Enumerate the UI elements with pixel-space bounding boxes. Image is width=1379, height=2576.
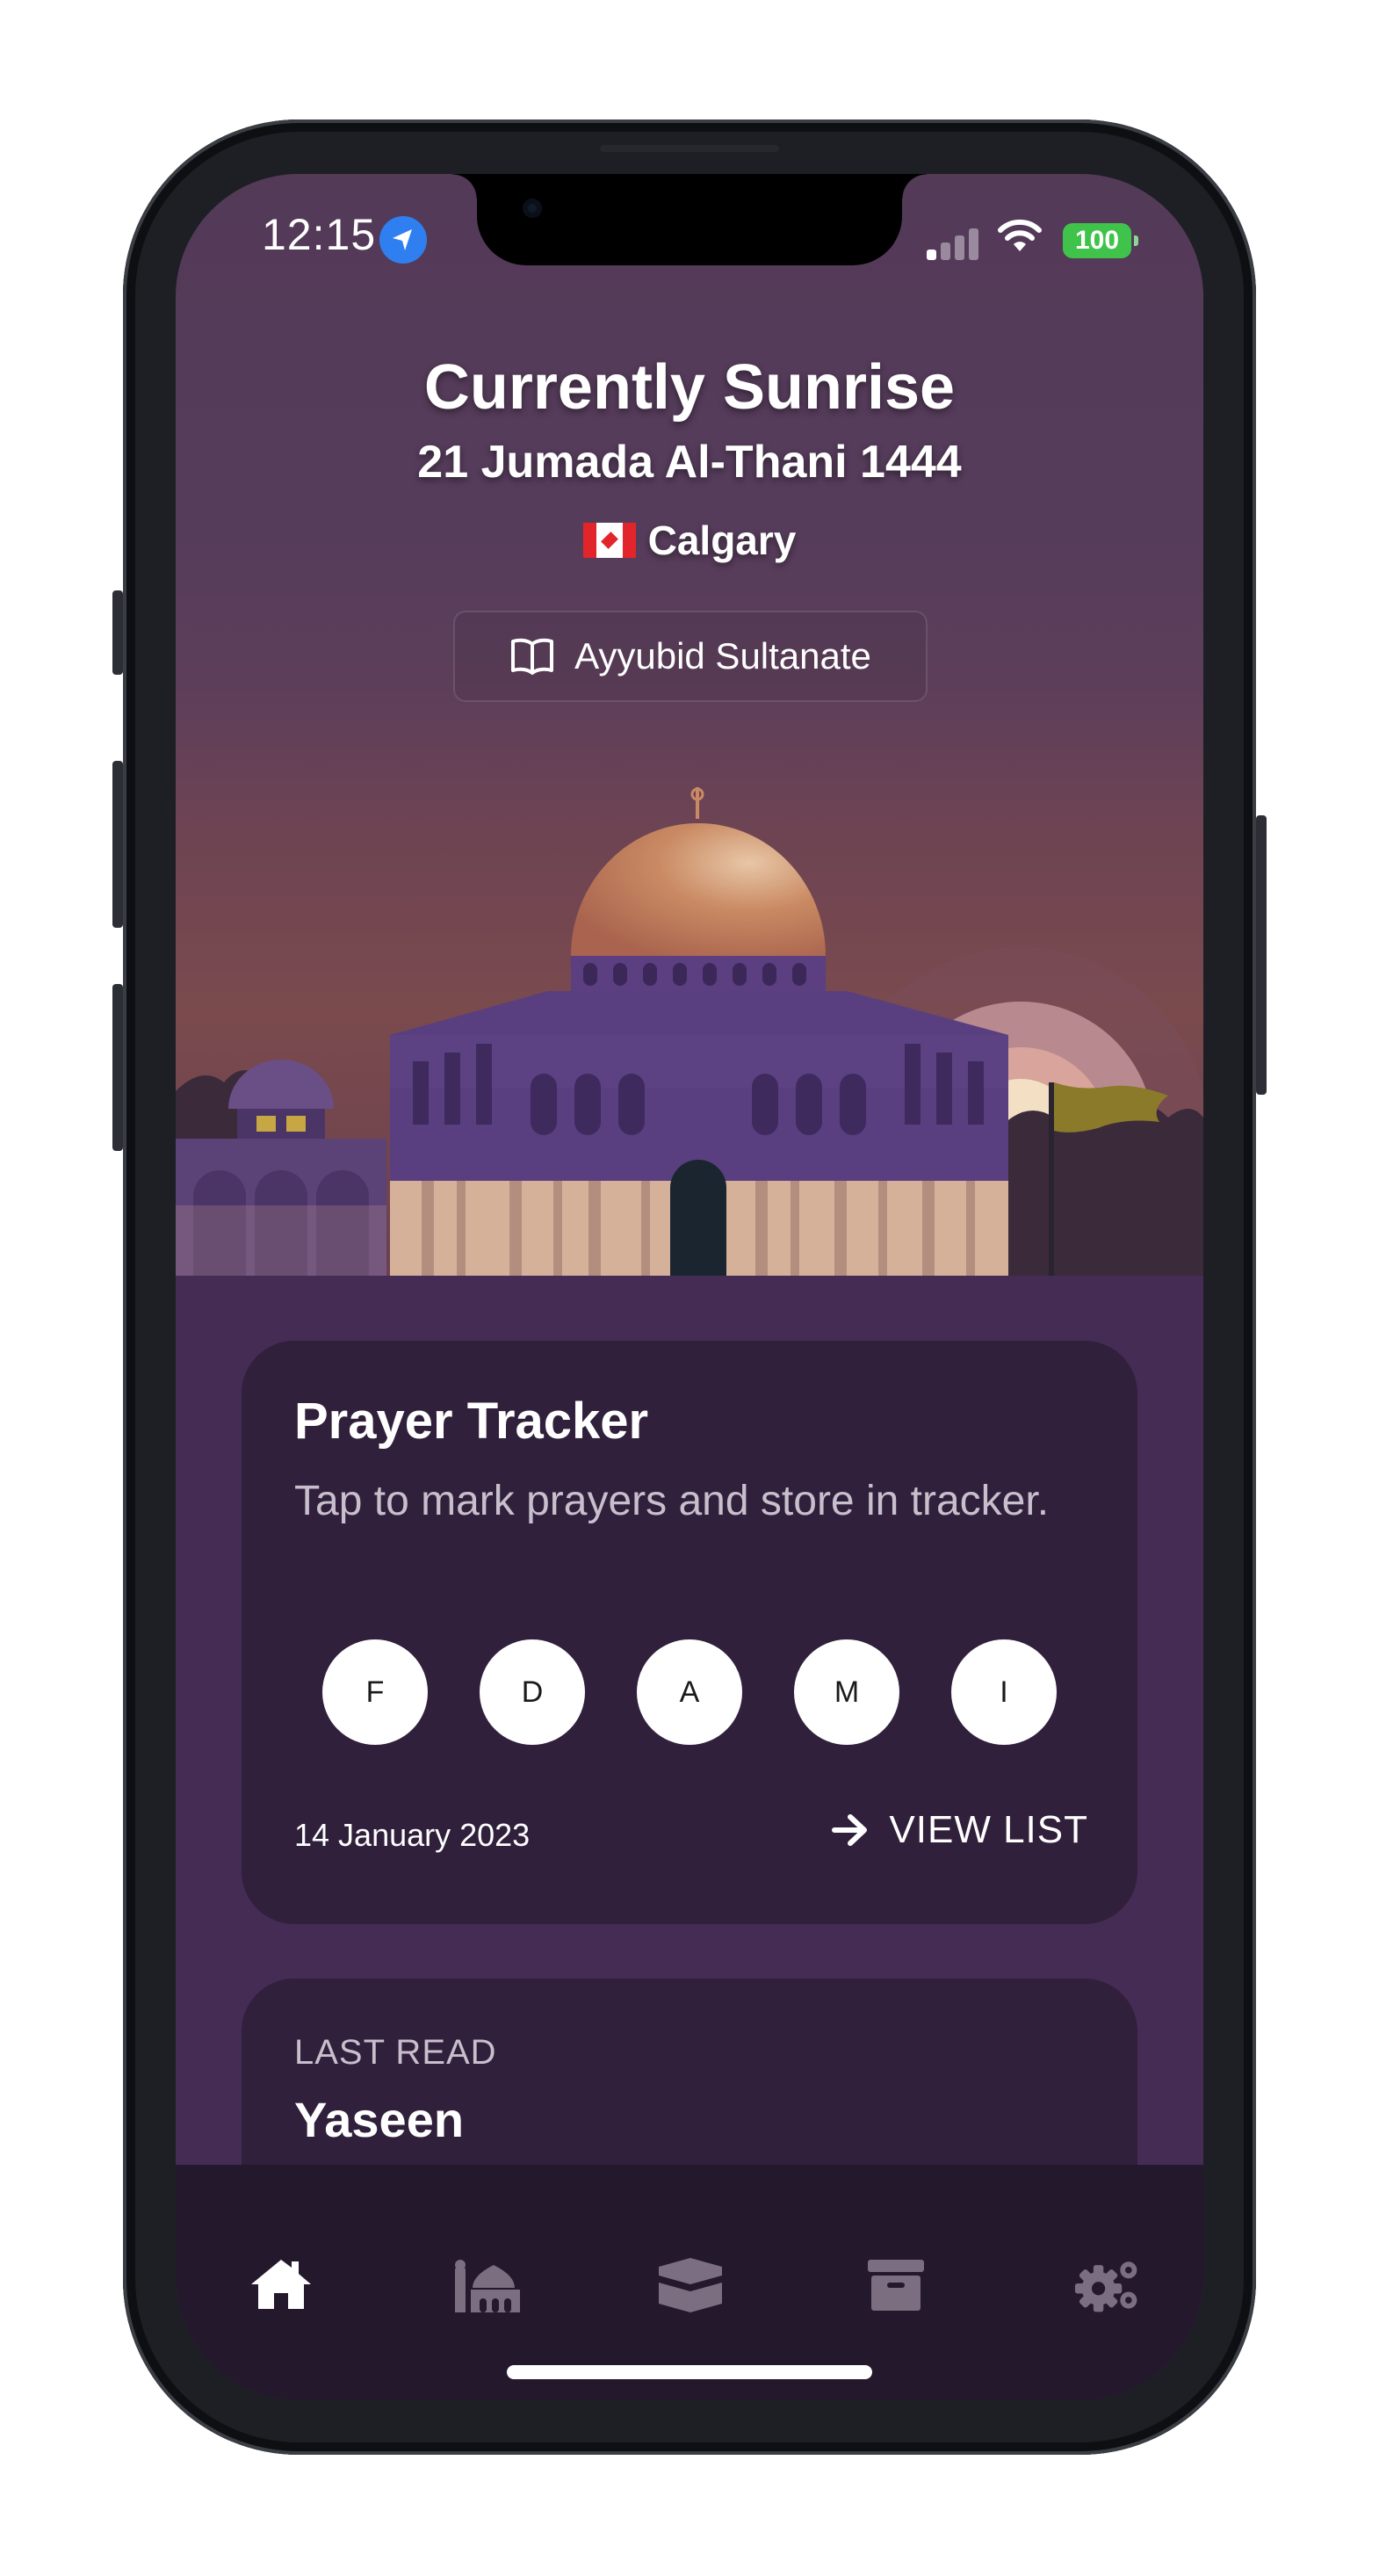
era-button[interactable]: Ayyubid Sultanate xyxy=(453,611,928,702)
mosque-sunrise-illustration xyxy=(176,787,1203,1276)
tab-kaaba[interactable] xyxy=(655,2249,726,2319)
wifi-icon xyxy=(997,218,1043,257)
mosque-door xyxy=(670,1160,726,1276)
prayer-tracker-card[interactable]: Prayer Tracker Tap to mark prayers and s… xyxy=(242,1341,1137,1924)
power-button xyxy=(1256,815,1267,1095)
status-time: 12:15 xyxy=(262,210,377,259)
app-screen: 12:15 100 Currently Sunrise 21 Jumada Al… xyxy=(176,174,1203,2400)
current-prayer-title: Currently Sunrise xyxy=(423,352,956,423)
prayer-isha-button[interactable]: I xyxy=(951,1639,1057,1745)
prayer-asr-button[interactable]: A xyxy=(637,1639,742,1745)
city-label[interactable]: Calgary xyxy=(176,517,1203,564)
tab-mosque[interactable] xyxy=(453,2249,523,2319)
last-read-surah: Yaseen xyxy=(294,2092,465,2147)
arrow-right-icon xyxy=(832,1814,868,1846)
prayer-maghrib-button[interactable]: M xyxy=(794,1639,899,1745)
mute-switch xyxy=(112,590,123,675)
last-read-label: LAST READ xyxy=(294,2033,497,2072)
battery-indicator: 100 xyxy=(1063,223,1138,258)
canada-flag-icon xyxy=(582,523,636,558)
hijri-date: 21 Jumada Al-Thani 1444 xyxy=(417,437,962,488)
tab-archive[interactable] xyxy=(861,2249,931,2319)
earpiece-speaker xyxy=(600,145,779,152)
tab-settings[interactable] xyxy=(1073,2249,1144,2319)
golden-dome xyxy=(571,822,826,956)
cellular-signal-icon xyxy=(927,225,979,260)
prayer-tracker-title: Prayer Tracker xyxy=(294,1393,649,1450)
tab-home[interactable] xyxy=(246,2249,316,2319)
archive-icon xyxy=(868,2260,924,2311)
location-arrow-icon xyxy=(379,216,427,264)
prayer-tracker-subtitle: Tap to mark prayers and store in tracker… xyxy=(294,1478,1050,1524)
settings-icon xyxy=(1074,2261,1137,2312)
prayer-fajr-button[interactable]: F xyxy=(322,1639,428,1745)
mosque-icon xyxy=(455,2260,520,2312)
view-list-button[interactable]: VIEW LIST xyxy=(831,1808,1088,1852)
tracker-date: 14 January 2023 xyxy=(294,1817,531,1853)
view-list-label: VIEW LIST xyxy=(889,1808,1088,1851)
city-name: Calgary xyxy=(647,517,797,563)
era-button-label: Ayyubid Sultanate xyxy=(574,635,871,677)
notch xyxy=(452,174,927,265)
open-book-icon xyxy=(511,638,554,675)
hero-section: 12:15 100 Currently Sunrise 21 Jumada Al… xyxy=(176,174,1203,1276)
volume-up-button xyxy=(112,761,123,928)
kaaba-icon xyxy=(659,2258,722,2312)
home-icon xyxy=(251,2260,311,2309)
prayer-dhuhr-button[interactable]: D xyxy=(480,1639,585,1745)
front-camera xyxy=(523,199,542,218)
home-indicator[interactable] xyxy=(507,2365,872,2379)
volume-down-button xyxy=(112,984,123,1151)
